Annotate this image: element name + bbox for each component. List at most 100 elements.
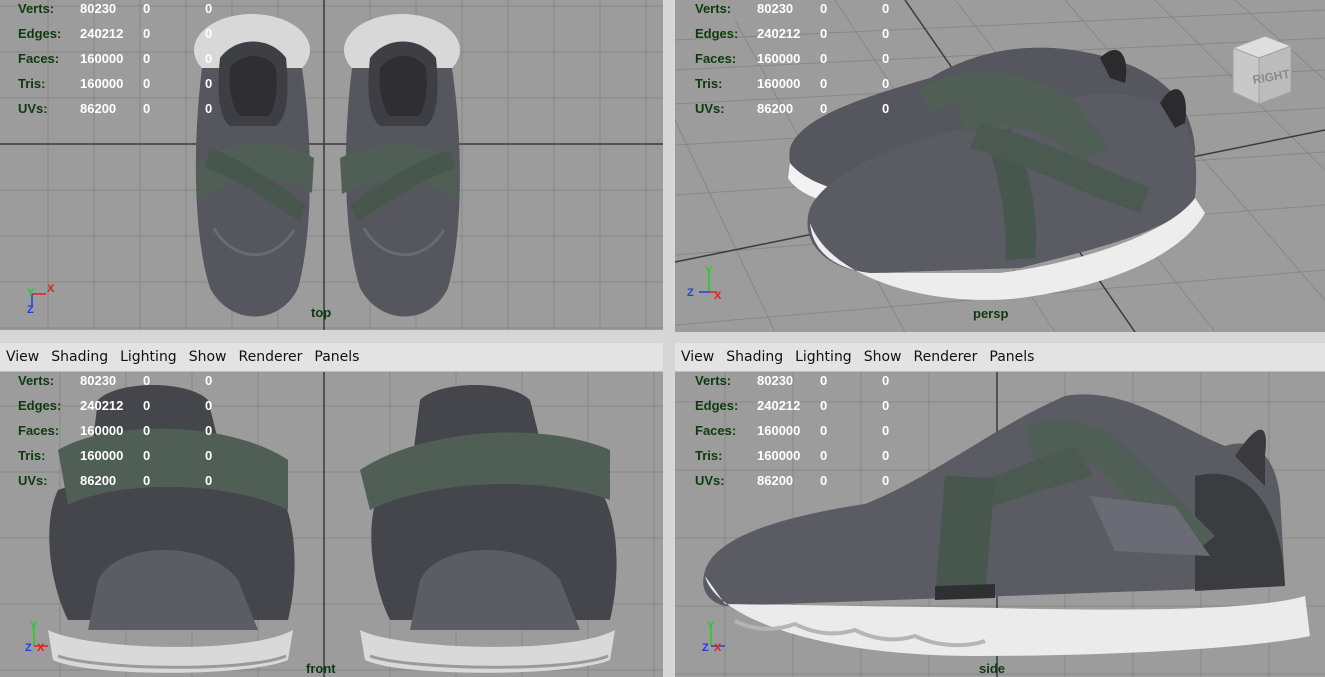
- viewport-side[interactable]: Verts: 80230 0 0 Edges: 240212 0 0 Faces: 16000…: [675, 372, 1325, 677]
- menu-lighting[interactable]: Lighting: [789, 343, 858, 371]
- axis-gizmo-icon: Y Z X: [702, 620, 725, 654]
- hud-total: 160000: [757, 76, 801, 91]
- viewport-pane-side[interactable]: View Shading Lighting Show Renderer Pane…: [675, 343, 1325, 677]
- camera-label: top: [311, 305, 332, 320]
- hud-label: Faces:: [695, 51, 737, 66]
- shoe-model-right[interactable]: [340, 8, 470, 326]
- hud-label: Verts:: [18, 1, 55, 16]
- viewport-pane-front[interactable]: View Shading Lighting Show Renderer Pane…: [0, 343, 663, 677]
- hud-selected: 0: [820, 76, 828, 91]
- menu-show[interactable]: Show: [858, 343, 908, 371]
- hud-row-faces: Faces: 160000 0 0: [695, 50, 955, 75]
- menu-panels[interactable]: Panels: [308, 343, 365, 371]
- hud-label: Edges:: [695, 26, 739, 41]
- hud-selected: 0: [143, 1, 151, 16]
- hud-selected: 0: [820, 398, 828, 413]
- axis-y-label: Y: [705, 265, 713, 277]
- menu-view[interactable]: View: [675, 343, 720, 371]
- axis-x-label: X: [714, 290, 722, 302]
- hud-total: 86200: [757, 101, 794, 116]
- hud-tri-selected: 0: [882, 51, 890, 66]
- hud-row-verts: Verts: 80230 0 0: [18, 372, 278, 397]
- hud-label: Tris:: [695, 448, 723, 463]
- axis-gizmo-icon: Y X Z: [27, 283, 55, 316]
- hud-row-edges: Edges: 240212 0 0: [695, 25, 955, 50]
- hud-row-verts: Verts: 80230 0 0: [695, 372, 955, 397]
- menu-view[interactable]: View: [0, 343, 45, 371]
- hud-label: Edges:: [18, 26, 62, 41]
- menu-show[interactable]: Show: [183, 343, 233, 371]
- hud-row-edges: Edges: 240212 0 0: [18, 25, 278, 50]
- hud-selected: 0: [143, 51, 151, 66]
- hud-tri-selected: 0: [205, 398, 213, 413]
- hud-label: Verts:: [695, 1, 732, 16]
- hud-selected: 0: [143, 101, 151, 116]
- hud-label: Edges:: [695, 398, 739, 413]
- hud-row-edges: Edges: 240212 0 0: [18, 397, 278, 422]
- viewcube-icon[interactable]: RIGHT: [1225, 30, 1297, 110]
- hud-total: 160000: [80, 448, 124, 463]
- hud-total: 240212: [80, 398, 124, 413]
- axis-z-label: Z: [687, 287, 694, 299]
- hud-total: 160000: [757, 51, 801, 66]
- hud-tri-selected: 0: [882, 473, 890, 488]
- hud-tri-selected: 0: [205, 448, 213, 463]
- viewport-pane-top[interactable]: Verts: 80230 0 0 Edges: 240212 0 0 Faces: 16000…: [0, 0, 663, 330]
- hud-row-uvs: UVs: 86200 0 0: [18, 100, 278, 125]
- camera-label: side: [979, 661, 1006, 676]
- viewport-pane-persp[interactable]: RIGHT Verts: 80230 0 0 Edges: 240212 0 0 Faces…: [675, 0, 1325, 332]
- axis-y-label: Y: [30, 620, 38, 632]
- hud-stats: Verts: 80230 0 0 Edges: 240212 0 0 Faces: 16000…: [695, 372, 955, 497]
- hud-label: Faces:: [18, 423, 60, 438]
- hud-tri-selected: 0: [882, 26, 890, 41]
- hud-row-faces: Faces: 160000 0 0: [695, 422, 955, 447]
- viewport-persp[interactable]: RIGHT Verts: 80230 0 0 Edges: 240212 0 0 Faces…: [675, 0, 1325, 332]
- hud-selected: 0: [820, 101, 828, 116]
- hud-total: 86200: [757, 473, 794, 488]
- hud-selected: 0: [143, 398, 151, 413]
- axis-gizmo-icon: Y X Z: [687, 265, 722, 302]
- menu-shading[interactable]: Shading: [720, 343, 789, 371]
- hud-total: 86200: [80, 473, 117, 488]
- hud-tri-selected: 0: [882, 448, 890, 463]
- hud-label: UVs:: [18, 101, 48, 116]
- hud-row-faces: Faces: 160000 0 0: [18, 422, 278, 447]
- hud-selected: 0: [820, 373, 828, 388]
- hud-label: Tris:: [695, 76, 723, 91]
- hud-total: 240212: [80, 26, 124, 41]
- hud-label: Faces:: [695, 423, 737, 438]
- hud-tri-selected: 0: [882, 1, 890, 16]
- hud-total: 80230: [80, 373, 117, 388]
- hud-selected: 0: [820, 423, 828, 438]
- hud-total: 80230: [757, 1, 794, 16]
- menu-panels[interactable]: Panels: [983, 343, 1040, 371]
- hud-total: 240212: [757, 26, 801, 41]
- hud-tri-selected: 0: [205, 26, 213, 41]
- shoe-model-back-right[interactable]: [340, 380, 630, 677]
- hud-label: Tris:: [18, 448, 46, 463]
- hud-total: 160000: [80, 423, 124, 438]
- hud-row-uvs: UVs: 86200 0 0: [695, 100, 955, 125]
- menu-renderer[interactable]: Renderer: [907, 343, 983, 371]
- hud-selected: 0: [143, 26, 151, 41]
- viewport-front[interactable]: Verts: 80230 0 0 Edges: 240212 0 0 Faces: 16000…: [0, 372, 663, 677]
- hud-selected: 0: [143, 423, 151, 438]
- hud-selected: 0: [820, 448, 828, 463]
- viewport-top[interactable]: Verts: 80230 0 0 Edges: 240212 0 0 Faces: 16000…: [0, 0, 663, 330]
- menu-shading[interactable]: Shading: [45, 343, 114, 371]
- hud-selected: 0: [820, 51, 828, 66]
- hud-label: Edges:: [18, 398, 62, 413]
- hud-row-tris: Tris: 160000 0 0: [695, 75, 955, 100]
- menu-lighting[interactable]: Lighting: [114, 343, 183, 371]
- hud-tri-selected: 0: [882, 101, 890, 116]
- hud-label: Tris:: [18, 76, 46, 91]
- camera-label: persp: [973, 306, 1009, 321]
- hud-total: 80230: [757, 373, 794, 388]
- menu-renderer[interactable]: Renderer: [232, 343, 308, 371]
- hud-row-uvs: UVs: 86200 0 0: [18, 472, 278, 497]
- hud-row-verts: Verts: 80230 0 0: [695, 0, 955, 25]
- axis-y-label: Y: [27, 287, 35, 299]
- hud-selected: 0: [143, 448, 151, 463]
- hud-selected: 0: [143, 76, 151, 91]
- hud-row-faces: Faces: 160000 0 0: [18, 50, 278, 75]
